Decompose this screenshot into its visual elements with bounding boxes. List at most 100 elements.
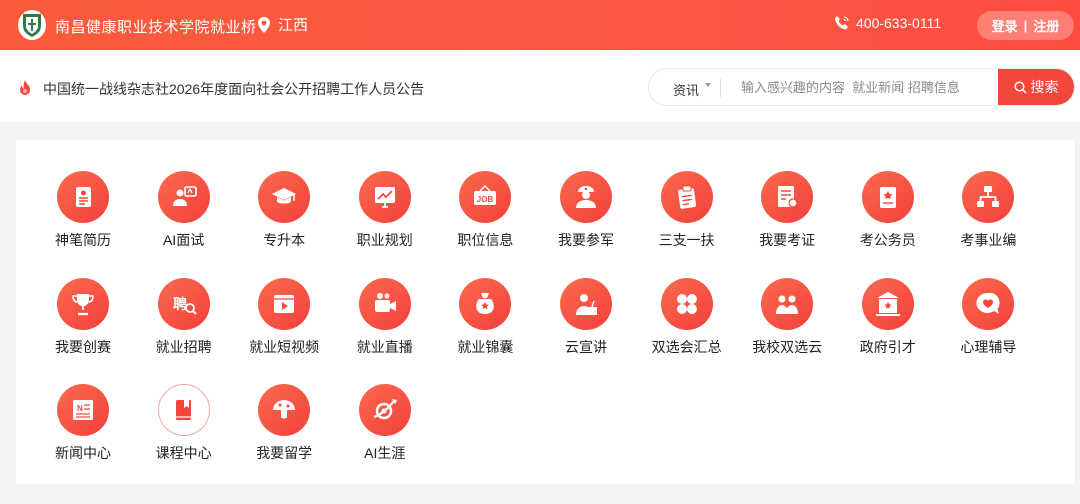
service-label: 神笔简历 <box>55 232 111 248</box>
phone-number: 400-633-0111 <box>856 15 942 31</box>
service-label: 我校双选云 <box>752 338 823 355</box>
news-headline[interactable]: 中国统一战线杂志社2026年度面向社会公开招聘工作人员公告 <box>43 79 424 99</box>
service-label: AI生涯 <box>364 445 406 461</box>
service-label: 职业规划 <box>356 232 413 248</box>
school-name[interactable]: 南昌健康职业技术学院就业桥 <box>55 16 257 37</box>
service-item[interactable]: 考公务员 <box>838 171 938 251</box>
service-label: 职位信息 <box>457 232 514 248</box>
newspaper-icon: N <box>57 384 109 436</box>
soldier-icon <box>560 171 612 223</box>
service-item[interactable]: 我要考证 <box>737 171 837 251</box>
job-sign-icon: JOB <box>459 171 512 223</box>
service-label: 课程中心 <box>155 445 212 461</box>
search-box: 资讯 搜索 <box>648 68 1075 106</box>
auth-buttons: 登录 | 注册 <box>977 11 1074 40</box>
service-grid-panel: 神笔简历 AI面试 专升本 职业规划 JOB 职位信息 我要参军 三支一扶 我要考证 考公务员 考事… <box>16 140 1075 484</box>
search-icon <box>1013 80 1027 94</box>
grid-clover-icon <box>660 277 713 330</box>
book-icon <box>157 384 210 436</box>
service-item[interactable]: 我要留学 <box>234 384 334 464</box>
service-item[interactable]: JOB 职位信息 <box>435 171 535 251</box>
service-label: 云宣讲 <box>565 338 607 355</box>
service-item[interactable]: 政府引才 <box>838 277 938 358</box>
ai-interview-icon <box>157 171 210 223</box>
service-item[interactable]: AI生涯 <box>335 384 435 464</box>
recruit-search-icon: 聘 <box>157 277 210 330</box>
service-item[interactable]: 心理辅导 <box>938 277 1038 358</box>
speaker-podium-icon <box>560 277 612 330</box>
service-label: 考公务员 <box>859 232 916 248</box>
service-item[interactable]: 就业锦囊 <box>435 277 535 358</box>
svg-text:JOB: JOB <box>477 195 494 204</box>
service-label: 就业直播 <box>356 338 413 355</box>
two-people-icon <box>761 277 814 330</box>
search-input[interactable] <box>731 69 996 105</box>
service-label: 我要考证 <box>759 232 816 248</box>
top-header: 南昌健康职业技术学院就业桥 江西 400-633-0111 登录 | 注册 <box>0 0 1080 50</box>
star-document-icon <box>861 171 914 223</box>
service-item[interactable]: 考事业编 <box>938 171 1038 251</box>
planet-orbit-icon <box>358 384 411 436</box>
service-label: 考事业编 <box>960 232 1017 248</box>
service-item[interactable]: N 新闻中心 <box>33 384 133 464</box>
service-item[interactable]: 专升本 <box>234 171 334 251</box>
service-label: 我要留学 <box>256 445 313 461</box>
service-item[interactable]: 聘就业招聘 <box>134 277 234 358</box>
service-item[interactable]: 职业规划 <box>335 171 435 251</box>
service-item[interactable]: AI面试 <box>134 171 234 251</box>
service-label: 就业短视频 <box>249 338 320 355</box>
service-item[interactable]: 云宣讲 <box>536 277 636 358</box>
resume-icon <box>57 171 109 223</box>
chevron-down-icon[interactable] <box>705 83 711 87</box>
service-item[interactable]: 就业短视频 <box>234 277 334 358</box>
phone-contact: 400-633-0111 <box>834 15 941 31</box>
career-chart-icon <box>358 171 411 223</box>
service-label: 政府引才 <box>859 338 916 355</box>
mushroom-globe-icon <box>258 384 311 436</box>
news-search-bar: 中国统一战线杂志社2026年度面向社会公开招聘工作人员公告 资讯 搜索 <box>0 50 1080 122</box>
service-label: 新闻中心 <box>55 445 111 461</box>
search-button[interactable]: 搜索 <box>998 69 1074 105</box>
service-label: 我要参军 <box>558 232 614 248</box>
service-item[interactable]: 双选会汇总 <box>637 277 737 358</box>
service-item[interactable]: 三支一扶 <box>637 171 737 251</box>
live-camera-icon <box>358 277 411 330</box>
money-bag-icon <box>459 277 512 330</box>
service-label: 就业招聘 <box>155 338 212 355</box>
search-button-label: 搜索 <box>1030 79 1059 95</box>
service-label: 专升本 <box>263 232 306 248</box>
service-item[interactable]: 我校双选云 <box>737 277 837 358</box>
service-item[interactable]: 课程中心 <box>134 384 234 464</box>
video-play-icon <box>258 277 311 330</box>
auth-separator: | <box>1023 18 1028 33</box>
location-selector[interactable]: 江西 <box>256 14 308 35</box>
heart-chat-icon <box>962 277 1015 330</box>
org-chart-icon <box>962 171 1015 223</box>
service-label: 三支一扶 <box>658 232 715 248</box>
graduation-cap-icon <box>258 171 311 223</box>
search-category-select[interactable]: 资讯 <box>673 80 699 99</box>
fire-icon <box>20 80 30 95</box>
service-label: 我要创赛 <box>55 338 111 355</box>
trophy-icon <box>57 277 109 330</box>
location-text: 江西 <box>278 17 309 34</box>
service-label: 就业锦囊 <box>457 338 514 355</box>
location-pin-icon <box>258 16 270 33</box>
login-button[interactable]: 登录 <box>992 16 1018 35</box>
school-logo-icon[interactable] <box>18 10 46 40</box>
search-divider <box>720 79 721 97</box>
clipboard-icon <box>660 171 713 223</box>
register-button[interactable]: 注册 <box>1033 16 1059 35</box>
service-item[interactable]: 神笔简历 <box>33 171 133 251</box>
service-label: 心理辅导 <box>960 338 1017 355</box>
svg-text:聘: 聘 <box>173 296 187 313</box>
phone-icon <box>835 16 849 30</box>
svg-text:N: N <box>77 404 83 413</box>
service-item[interactable]: 我要参军 <box>536 171 636 251</box>
service-item[interactable]: 我要创赛 <box>33 277 133 358</box>
service-item[interactable]: 就业直播 <box>335 277 435 358</box>
service-label: AI面试 <box>162 232 205 248</box>
service-label: 双选会汇总 <box>651 338 722 355</box>
government-building-icon <box>861 277 914 330</box>
certificate-icon <box>761 171 814 223</box>
